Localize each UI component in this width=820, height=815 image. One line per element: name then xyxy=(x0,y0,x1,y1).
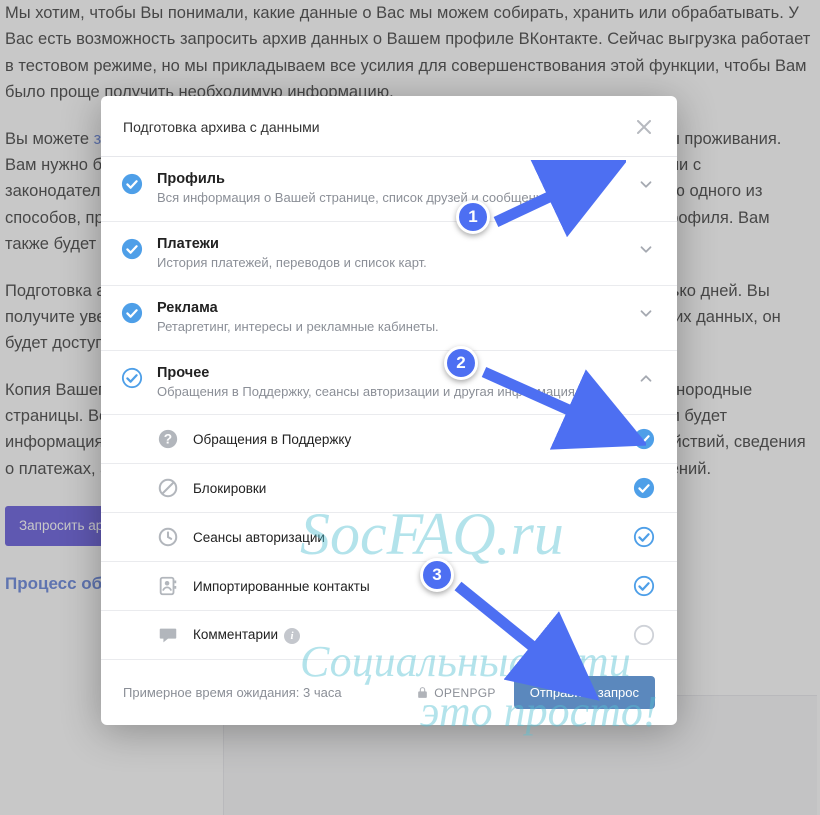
sub-item[interactable]: Блокировки xyxy=(101,464,677,513)
annotation-arrow-2 xyxy=(476,352,646,452)
section-checkbox[interactable] xyxy=(121,302,143,324)
annotation-arrow-3 xyxy=(450,576,620,706)
close-icon[interactable] xyxy=(633,114,655,140)
annotation-badge-3: 3 xyxy=(420,558,454,592)
annotation-badge-1: 1 xyxy=(456,200,490,234)
help-icon: ? xyxy=(157,428,179,450)
comment-icon xyxy=(157,624,179,646)
chevron-down-icon[interactable] xyxy=(637,175,655,198)
section-checkbox[interactable] xyxy=(121,367,143,389)
sub-toggle[interactable] xyxy=(633,624,655,646)
section-desc: История платежей, переводов и список кар… xyxy=(157,254,627,272)
section-checkbox[interactable] xyxy=(121,173,143,195)
lock-icon xyxy=(416,686,429,699)
sub-label: Блокировки xyxy=(193,481,633,496)
svg-text:?: ? xyxy=(164,432,172,447)
section-реклама[interactable]: Реклама Ретаргетинг, интересы и рекламные… xyxy=(101,286,677,351)
block-icon xyxy=(157,477,179,499)
modal-title: Подготовка архива с данными xyxy=(123,119,320,135)
section-desc: Ретаргетинг, интересы и рекламные кабине… xyxy=(157,318,627,336)
modal-header: Подготовка архива с данными xyxy=(101,96,677,157)
section-checkbox[interactable] xyxy=(121,238,143,260)
chevron-down-icon[interactable] xyxy=(637,304,655,327)
contacts-icon xyxy=(157,575,179,597)
sub-label: Сеансы авторизации xyxy=(193,530,633,545)
sub-item[interactable]: Сеансы авторизации xyxy=(101,513,677,562)
annotation-arrow-1 xyxy=(486,160,626,240)
sub-toggle[interactable] xyxy=(633,526,655,548)
chevron-down-icon[interactable] xyxy=(637,240,655,263)
info-icon[interactable]: i xyxy=(284,628,300,644)
clock-icon xyxy=(157,526,179,548)
annotation-badge-2: 2 xyxy=(444,346,478,380)
section-title: Реклама xyxy=(157,300,627,316)
sub-toggle[interactable] xyxy=(633,477,655,499)
sub-toggle[interactable] xyxy=(633,575,655,597)
eta-text: Примерное время ожидания: 3 часа xyxy=(123,685,398,700)
